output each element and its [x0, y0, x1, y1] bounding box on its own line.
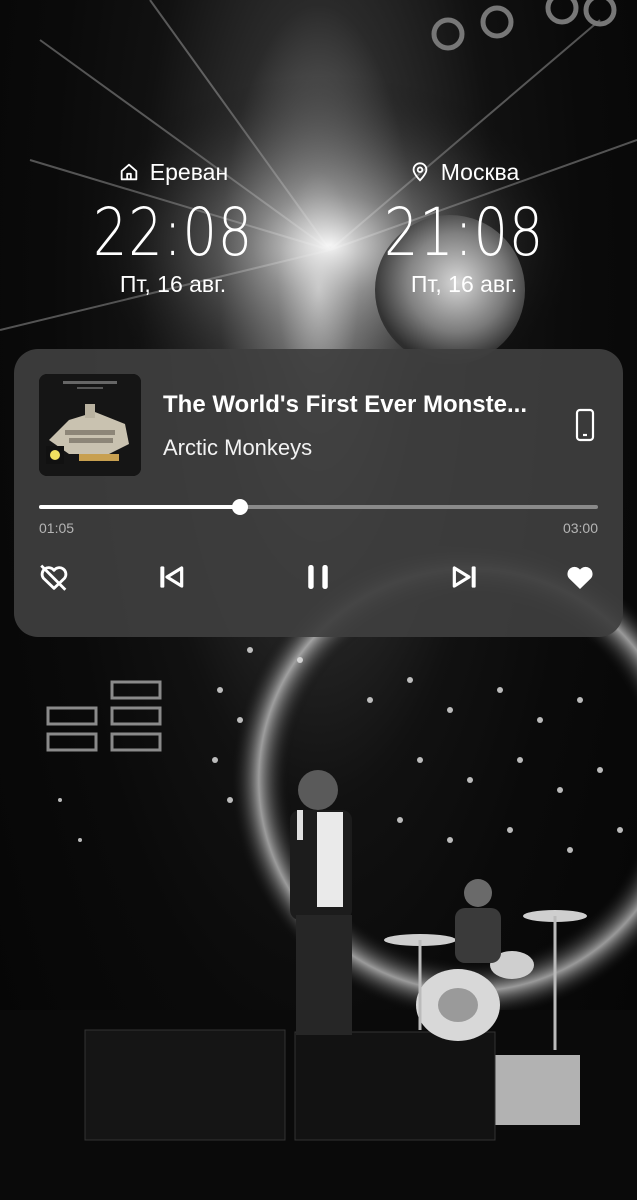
- clock-date: Пт, 16 авг.: [119, 271, 227, 297]
- phone-device-icon[interactable]: [572, 408, 598, 442]
- clock-time: 22:08: [92, 194, 254, 271]
- lock-screen: Ереван 22:08 Пт, 16 авг. Москва 21:08 Пт…: [0, 0, 637, 1200]
- skip-previous-icon: [160, 566, 184, 588]
- clock-city-row: Москва: [344, 155, 584, 189]
- track-title: The World's First Ever Monste...: [163, 391, 527, 418]
- album-cover-image: [39, 374, 141, 476]
- pause-button[interactable]: [298, 557, 338, 597]
- elapsed-time: 01:05: [39, 520, 75, 536]
- dislike-button[interactable]: [34, 557, 74, 597]
- clock-date: Пт, 16 авг.: [410, 271, 518, 297]
- track-artist: Arctic Monkeys: [163, 435, 313, 460]
- total-time: 03:00: [562, 520, 598, 536]
- clock-city-name: Ереван: [149, 158, 229, 185]
- world-clock-moscow[interactable]: Москва 21:08 Пт, 16 авг.: [344, 155, 584, 298]
- world-clock-yerevan[interactable]: Ереван 22:08 Пт, 16 авг.: [53, 155, 293, 298]
- previous-track-button[interactable]: [151, 557, 191, 597]
- location-pin-icon: [412, 162, 428, 182]
- clock-time: 21:08: [383, 194, 545, 271]
- heart-icon: [567, 566, 593, 590]
- clock-city-name: Москва: [440, 158, 520, 185]
- album-art[interactable]: [39, 374, 141, 476]
- clock-city-row: Ереван: [53, 155, 293, 189]
- seek-bar[interactable]: [39, 499, 598, 515]
- next-track-button[interactable]: [445, 557, 485, 597]
- pause-icon: [308, 565, 328, 589]
- broken-heart-icon: [40, 564, 68, 591]
- seek-bar-played: [39, 505, 241, 509]
- skip-next-icon: [452, 566, 476, 588]
- seek-bar-thumb[interactable]: [232, 499, 249, 515]
- media-player-card[interactable]: The World's First Ever Monste... Arctic …: [14, 349, 623, 637]
- home-icon: [120, 163, 138, 181]
- like-button[interactable]: [560, 557, 600, 597]
